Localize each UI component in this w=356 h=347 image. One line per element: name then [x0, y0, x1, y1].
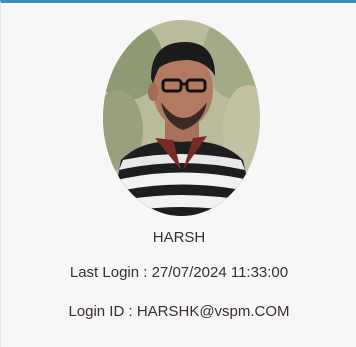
login-id-info: Login ID : HARSHK@vspm.COM	[1, 303, 356, 320]
user-photo-icon	[103, 20, 260, 216]
last-login-label: Last Login :	[69, 264, 152, 281]
last-login-info: Last Login : 27/07/2024 11:33:00	[1, 264, 356, 281]
user-avatar	[103, 20, 260, 216]
last-login-value: 27/07/2024 11:33:00	[151, 264, 289, 281]
profile-card: HARSH Last Login : 27/07/2024 11:33:00 L…	[0, 0, 356, 347]
user-name: HARSH	[152, 229, 206, 246]
login-id-value: HARSHK@vspm.COM	[136, 303, 290, 320]
login-id-label: Login ID :	[68, 303, 137, 320]
